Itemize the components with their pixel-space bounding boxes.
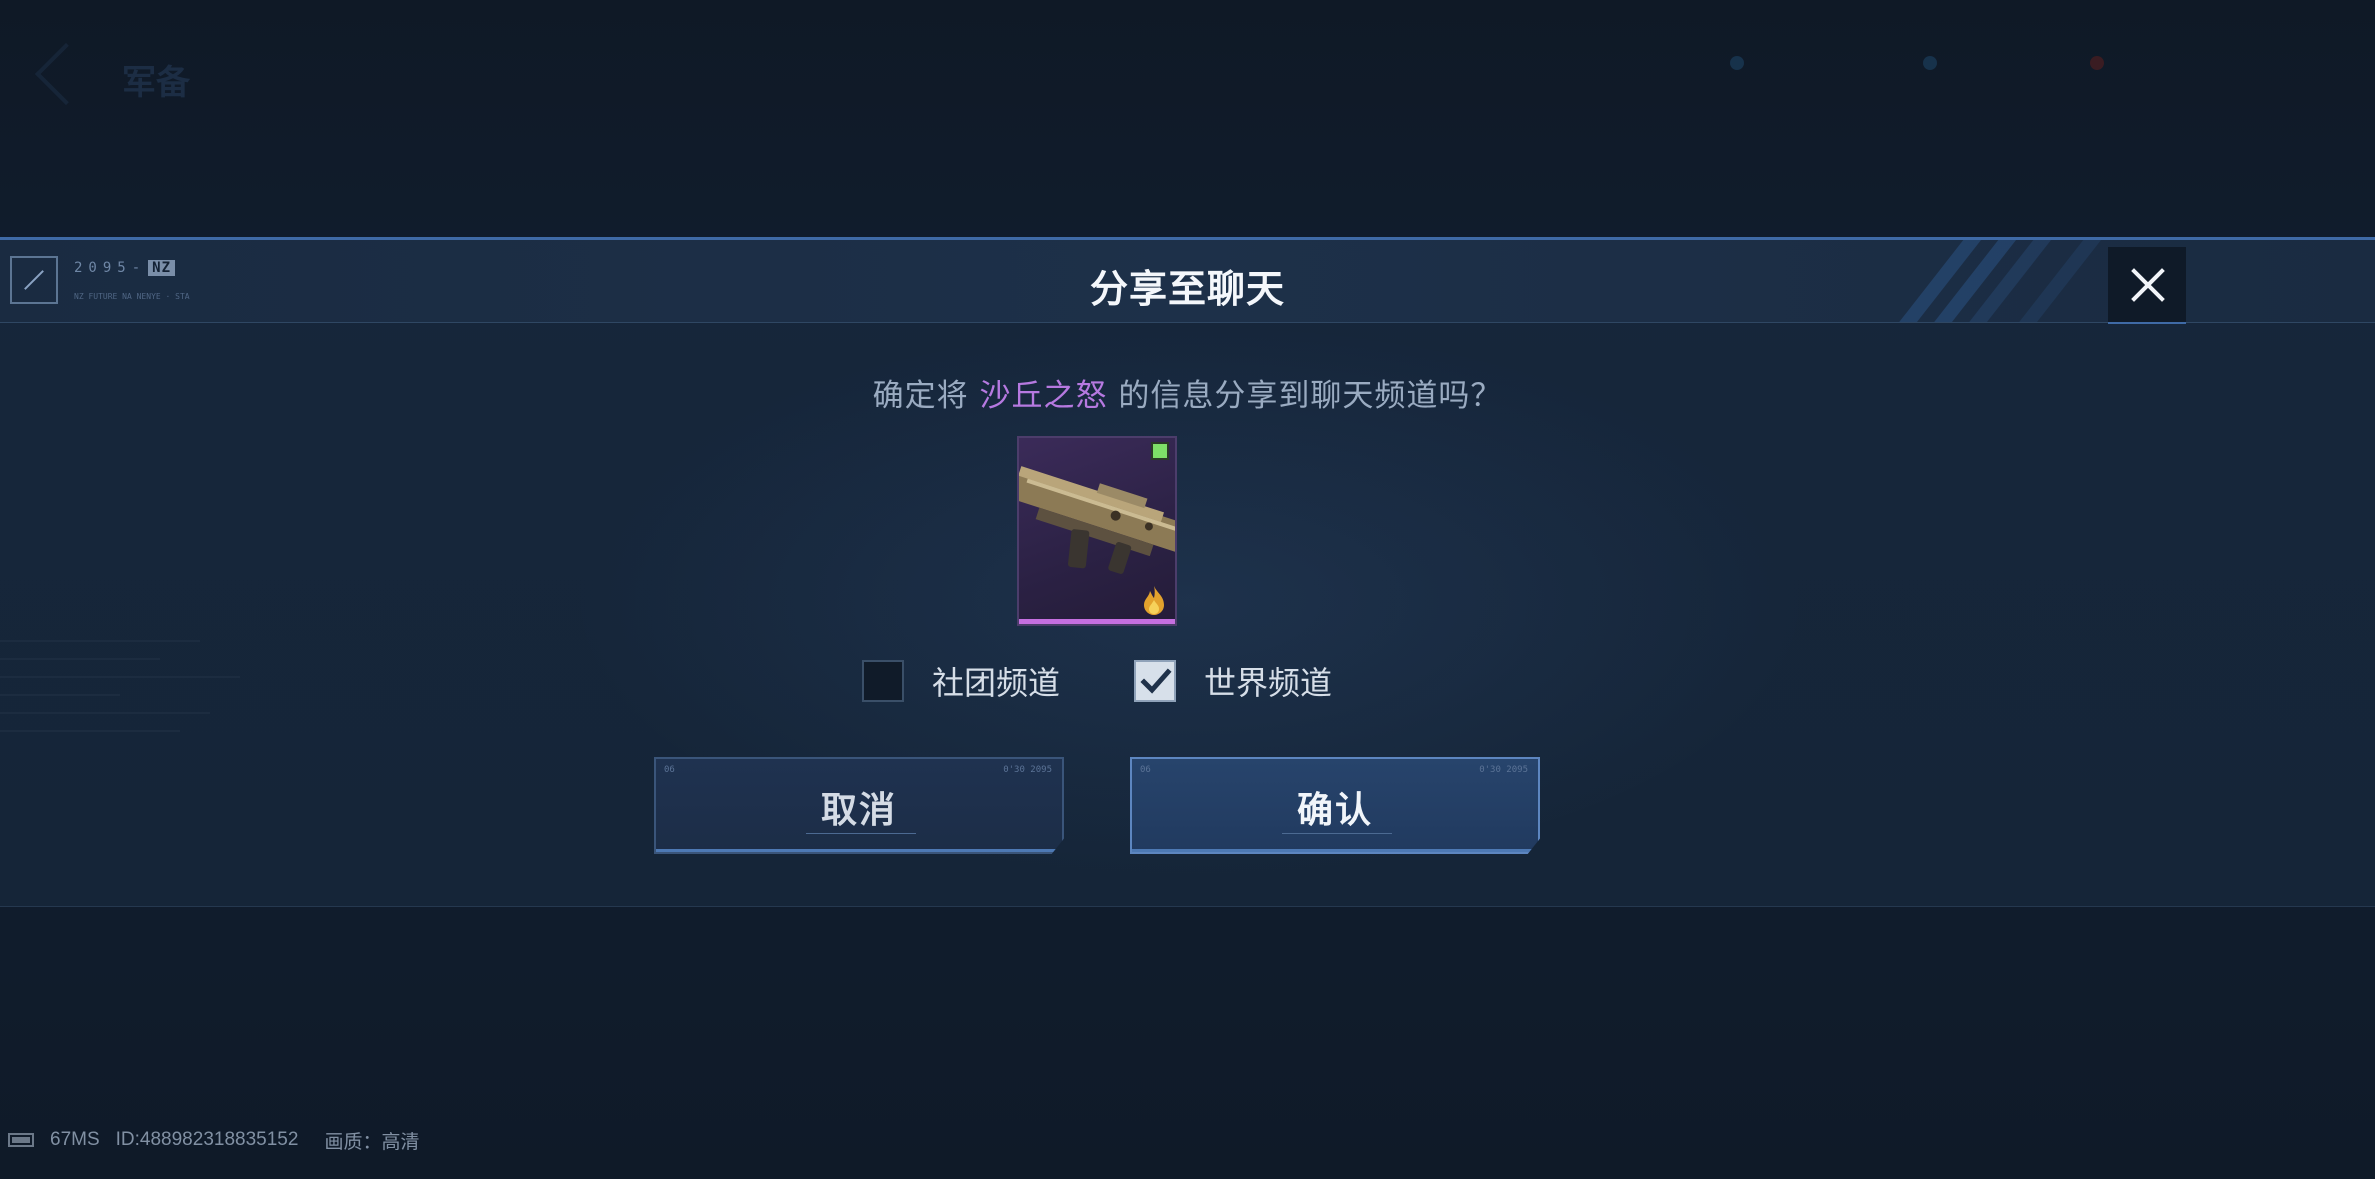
quality-text: 画质：高清	[324, 1131, 420, 1153]
confirm-corner-left: 06	[1140, 765, 1151, 775]
club-channel-checkbox[interactable]	[862, 660, 904, 702]
club-channel-label: 社团频道	[932, 664, 1061, 702]
confirm-underline	[1282, 833, 1392, 834]
background-gem-icon	[1923, 56, 1937, 70]
cancel-underline	[806, 833, 916, 834]
close-button[interactable]	[2108, 247, 2186, 324]
item-name: 沙丘之怒	[979, 378, 1108, 414]
latency-text: 67MS	[50, 1129, 100, 1150]
rarity-bar	[1019, 619, 1175, 624]
cancel-corner-left: 06	[664, 765, 675, 775]
cancel-label: 取消	[820, 790, 897, 831]
cancel-button[interactable]: 06 0'30 2095 取消	[654, 757, 1064, 854]
share-question: 确定将 沙丘之怒 的信息分享到聊天频道吗？	[0, 370, 2375, 415]
cancel-edge	[656, 849, 1062, 852]
battery-icon	[8, 1133, 34, 1147]
channel-club-option[interactable]: 社团频道	[862, 657, 1060, 705]
cancel-corner-right: 0'30 2095	[1003, 765, 1052, 775]
status-bar: 67MS ID:488982318835152 画质：高清	[8, 1128, 420, 1153]
channel-world-option[interactable]: 世界频道	[1134, 657, 1332, 705]
close-icon	[2131, 268, 2165, 302]
confirm-edge	[1132, 849, 1538, 852]
background-currency-icon	[1730, 56, 1744, 70]
dialog-header: 2095- NZ NZ FUTURE NA NENYE · STA 分享至聊天	[0, 240, 2375, 324]
checkmark-icon	[1140, 668, 1172, 694]
confirm-corner-right: 0'30 2095	[1479, 765, 1528, 775]
dialog-title: 分享至聊天	[1089, 267, 1285, 311]
background-profile-icon	[2090, 56, 2104, 70]
confirm-button[interactable]: 06 0'30 2095 确认	[1130, 757, 1540, 854]
world-channel-label: 世界频道	[1204, 664, 1333, 702]
share-dialog: 2095- NZ NZ FUTURE NA NENYE · STA 分享至聊天 确…	[0, 237, 2375, 907]
background-title: 军备	[122, 63, 190, 103]
confirm-label: 确认	[1296, 790, 1373, 831]
left-decoration	[0, 640, 320, 900]
question-prefix: 确定将	[872, 378, 969, 414]
item-card	[1017, 436, 1177, 626]
question-suffix: 的信息分享到聊天频道吗？	[1118, 378, 1503, 414]
player-id-text: ID:488982318835152	[115, 1129, 299, 1150]
flame-icon	[1144, 586, 1164, 615]
tier-badge	[1151, 442, 1169, 460]
world-channel-checkbox[interactable]	[1134, 660, 1176, 702]
